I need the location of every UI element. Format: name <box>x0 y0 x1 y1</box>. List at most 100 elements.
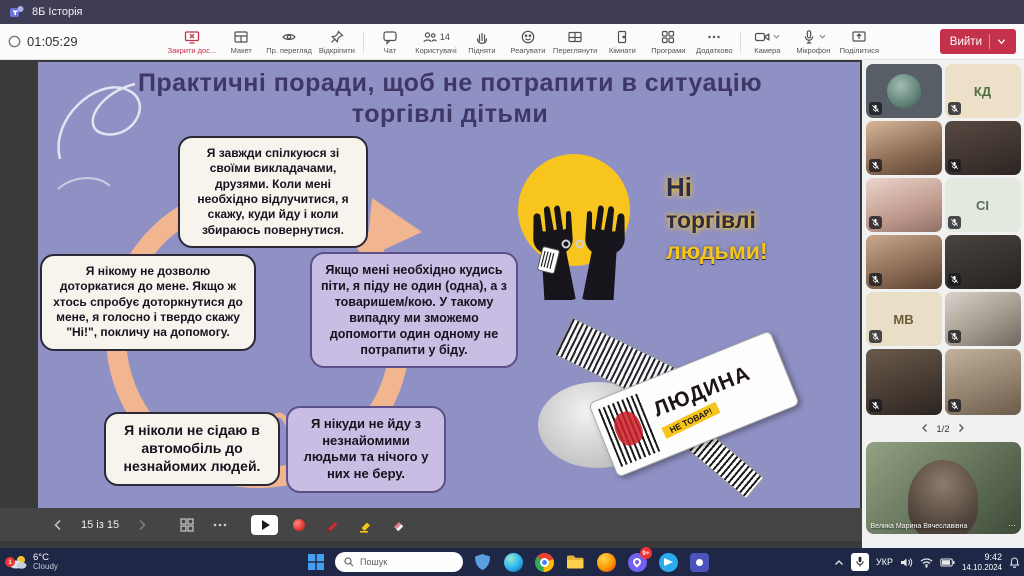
share-screen-icon <box>851 29 867 45</box>
teams-app-icon[interactable] <box>687 550 711 574</box>
teacher-video-tile[interactable]: Велика Марина Вячеславівна ⋯ <box>866 442 1021 534</box>
participant-tile[interactable] <box>866 121 942 175</box>
participant-tile[interactable]: МВ <box>866 292 942 346</box>
mic-icon <box>801 29 826 45</box>
presenter-view-button[interactable]: Пр. перегляд <box>264 25 314 59</box>
tile-more-icon[interactable]: ⋯ <box>1009 522 1016 530</box>
folder-app-icon[interactable] <box>563 550 587 574</box>
taskbar-center: Пошук 9+ <box>304 548 711 576</box>
slogan-line-3: людьми! <box>666 236 768 267</box>
windows-taskbar: 1 6°C Cloudy Пошук <box>0 548 1024 576</box>
stop-sharing-button[interactable]: Закрити дос... <box>166 25 219 59</box>
toolbar-separator <box>740 31 741 53</box>
unread-badge: 9+ <box>640 547 652 559</box>
rooms-icon <box>614 29 630 45</box>
weather-widget[interactable]: 1 6°C Cloudy <box>4 548 62 576</box>
raise-hand-button[interactable]: Підняти <box>459 25 505 59</box>
teams-logo-icon <box>10 5 24 19</box>
advice-bubble-2: Я нікому не дозволю доторкатися до мене.… <box>40 254 256 351</box>
firefox-app-icon[interactable] <box>594 550 618 574</box>
apps-grid-icon <box>660 29 676 45</box>
window-titlebar: 8Б Історія <box>0 0 1024 24</box>
react-button[interactable]: Реагувати <box>505 25 551 59</box>
next-slide-button[interactable] <box>130 514 154 536</box>
meeting-controls-group: Чат 14 Користувачі Підняти Реагувати <box>367 25 737 59</box>
participants-button[interactable]: 14 Користувачі <box>413 25 459 59</box>
mic-muted-icon <box>948 330 961 343</box>
start-button[interactable] <box>304 550 328 574</box>
language-indicator[interactable]: УКР <box>876 557 893 567</box>
edge-app-icon[interactable] <box>501 550 525 574</box>
leave-button[interactable]: Вийти <box>940 29 1016 54</box>
timer-icon <box>8 35 21 48</box>
participant-tile[interactable]: СІ <box>945 178 1021 232</box>
presenter-more-button[interactable] <box>208 514 232 536</box>
laser-pointer-tool[interactable] <box>287 514 311 536</box>
share-controls-group: Закрити дос... Макет Пр. перегляд Відкрі… <box>166 25 360 59</box>
mic-muted-icon <box>948 159 961 172</box>
tag-text-block: ЛЮДИНА НЕ ТОВАР! <box>650 362 760 437</box>
unpin-button[interactable]: Відкріпити <box>314 25 360 59</box>
layout-button[interactable]: Макет <box>218 25 264 59</box>
stop-share-icon <box>184 29 200 45</box>
meeting-title: 8Б Історія <box>32 6 83 18</box>
grid-view-button[interactable] <box>175 514 199 536</box>
search-icon <box>344 557 354 567</box>
eraser-tool[interactable] <box>386 514 410 536</box>
notification-badge: 1 <box>5 557 15 567</box>
clock[interactable]: 9:42 14.10.2024 <box>962 552 1002 572</box>
people-icon: 14 <box>422 29 450 45</box>
more-button[interactable]: Додатково <box>691 25 737 59</box>
pen-tool[interactable] <box>320 514 344 536</box>
chat-button[interactable]: Чат <box>367 25 413 59</box>
camera-button[interactable]: Камера <box>744 25 790 59</box>
prev-slide-button[interactable] <box>46 514 70 536</box>
mic-muted-icon <box>869 159 882 172</box>
viber-app-icon[interactable]: 9+ <box>625 550 649 574</box>
pen-icon <box>324 517 340 533</box>
red-handprint <box>610 408 647 449</box>
participant-tile[interactable] <box>945 292 1021 346</box>
participant-tile[interactable] <box>866 178 942 232</box>
slogan-line-2: торгівлі <box>666 205 768 236</box>
participant-tile[interactable] <box>866 235 942 289</box>
view-button[interactable]: Переглянути <box>551 25 599 59</box>
apps-button[interactable]: Програми <box>645 25 691 59</box>
chrome-app-icon[interactable] <box>532 550 556 574</box>
rooms-button[interactable]: Кімнати <box>599 25 645 59</box>
chat-icon <box>382 29 398 45</box>
more-dots-icon <box>706 29 722 45</box>
participants-panel: КД СІ МВ <box>862 60 1024 548</box>
volume-icon[interactable] <box>900 557 913 568</box>
pager-next-button[interactable] <box>957 423 965 436</box>
mic-button[interactable]: Мікрофон <box>790 25 836 59</box>
system-tray: УКР 9:42 14.10.2024 <box>834 548 1020 576</box>
slide-title: Практичні поради, щоб не потрапити в сит… <box>114 68 786 129</box>
participant-tile[interactable]: КД <box>945 64 1021 118</box>
battery-icon[interactable] <box>940 558 955 567</box>
tray-time: 9:42 <box>984 552 1002 562</box>
share-button[interactable]: Поділитися <box>836 25 882 59</box>
avatar <box>887 74 921 108</box>
participant-tile[interactable] <box>866 64 942 118</box>
notification-center-button[interactable] <box>1009 557 1020 568</box>
play-button[interactable] <box>251 515 278 535</box>
defender-app-icon[interactable] <box>470 550 494 574</box>
participant-tile[interactable] <box>945 235 1021 289</box>
laser-icon <box>293 519 305 531</box>
participant-tile[interactable] <box>945 121 1021 175</box>
telegram-app-icon[interactable] <box>656 550 680 574</box>
participant-tile[interactable] <box>945 349 1021 415</box>
taskbar-search[interactable]: Пошук <box>335 552 463 572</box>
tray-overflow-button[interactable] <box>834 559 844 566</box>
pager-prev-button[interactable] <box>921 423 929 436</box>
slogan-text: Ні торгівлі людьми! <box>666 170 768 267</box>
camera-icon <box>754 29 780 45</box>
unpin-icon <box>329 29 345 45</box>
highlighter-tool[interactable] <box>353 514 377 536</box>
participant-tile[interactable] <box>866 349 942 415</box>
presenter-bar: 15 із 15 <box>0 508 862 541</box>
advice-bubble-5: Я нікуди не йду з незнайомими людьми та … <box>286 406 446 493</box>
mic-in-use-indicator[interactable] <box>851 553 869 571</box>
network-icon[interactable] <box>920 557 933 568</box>
